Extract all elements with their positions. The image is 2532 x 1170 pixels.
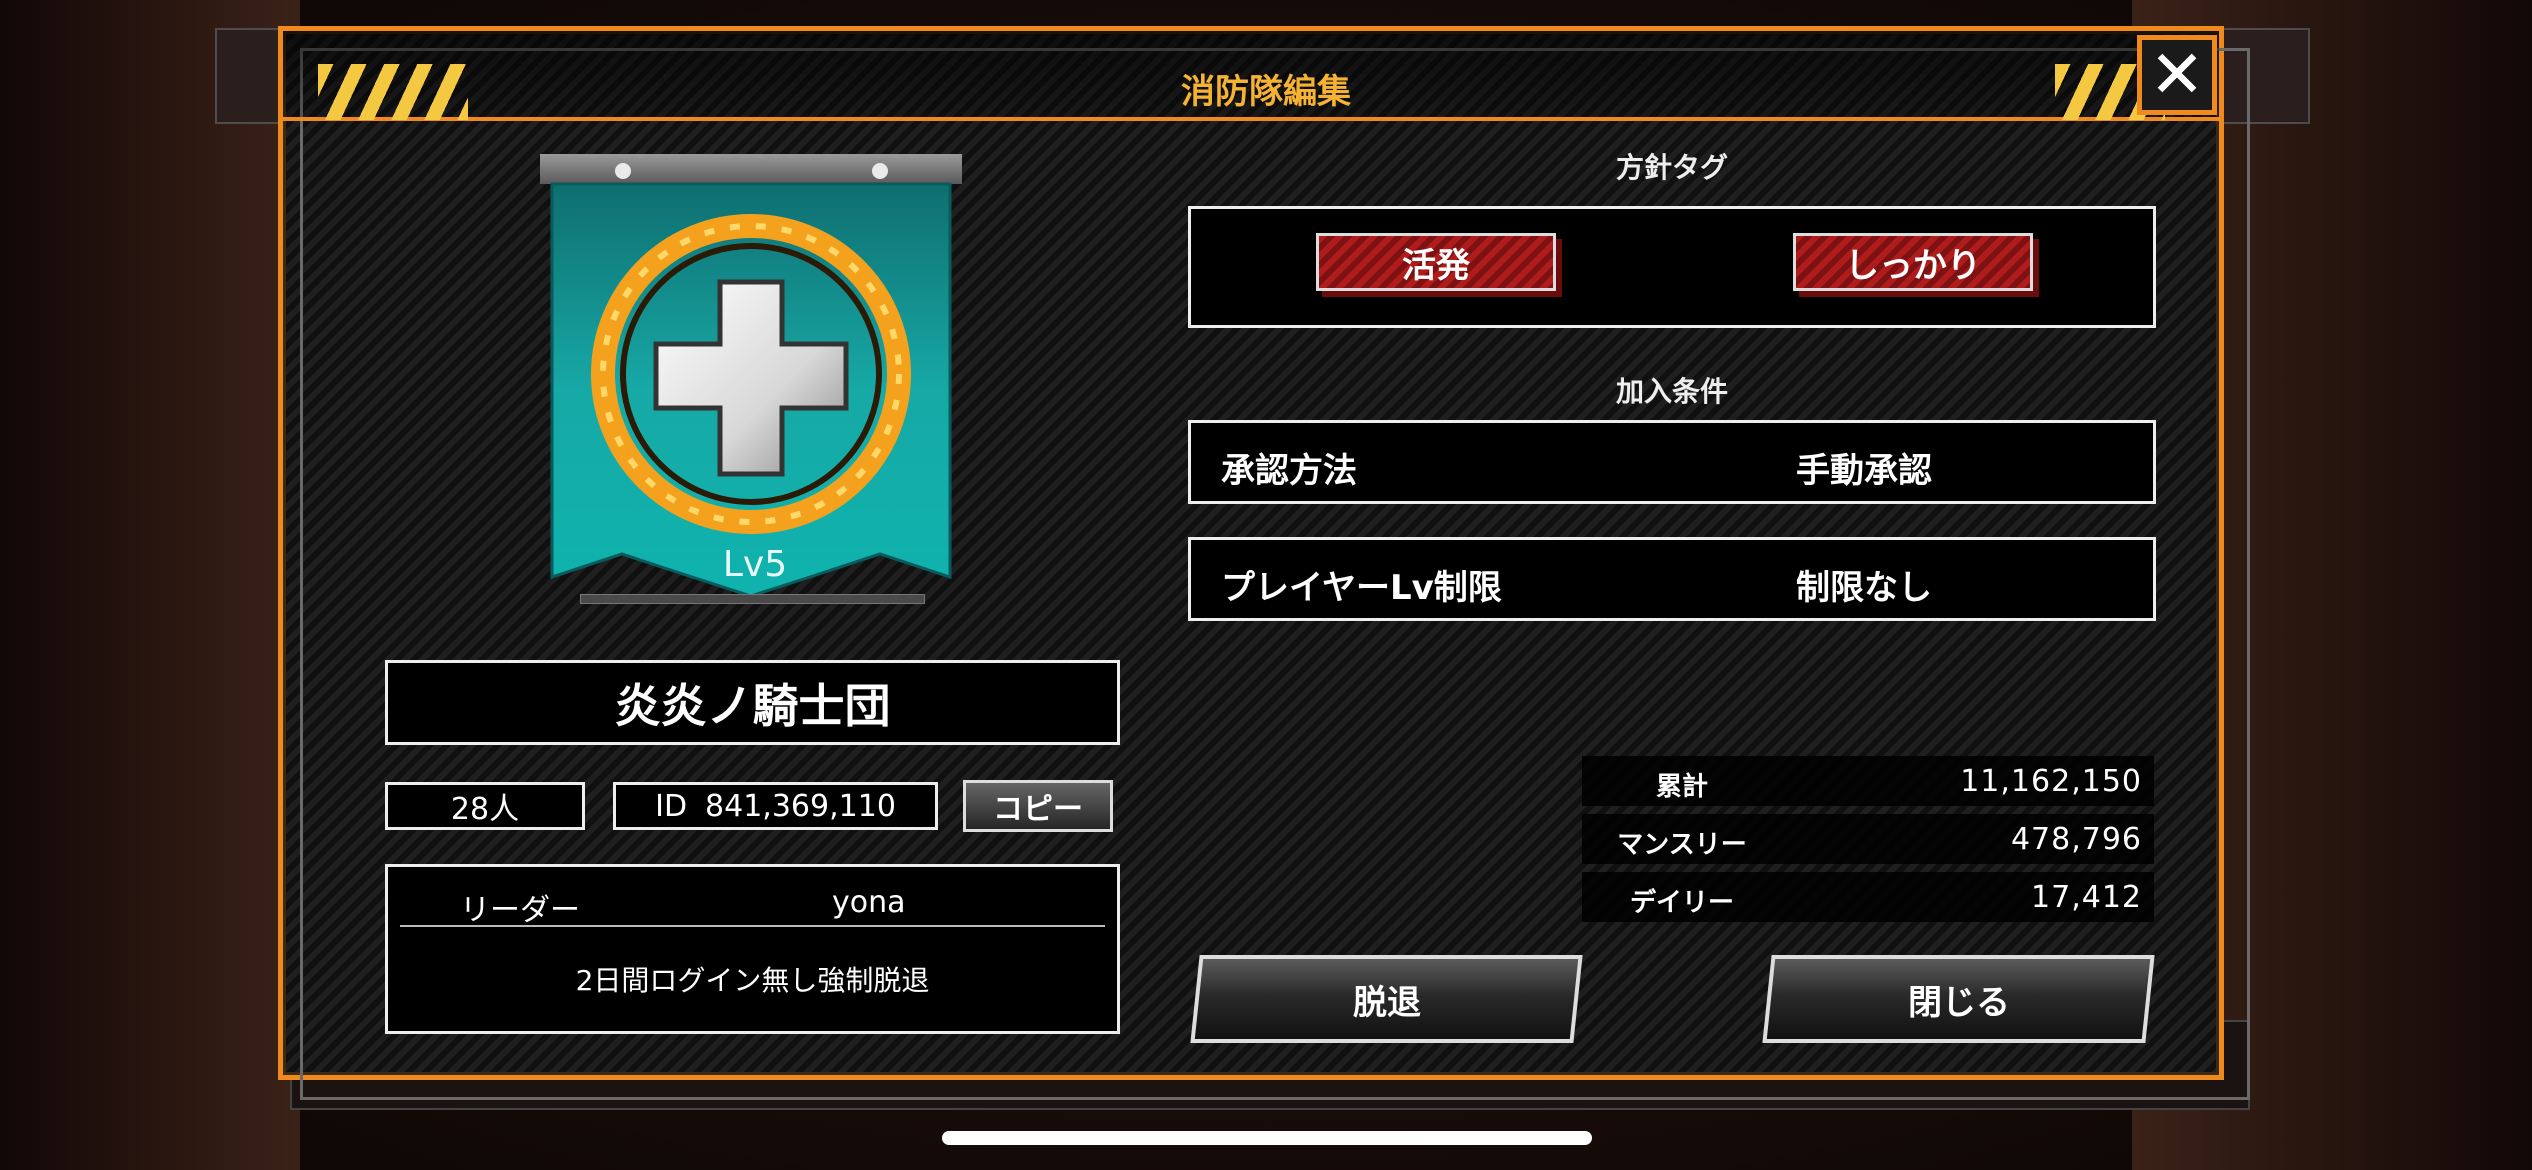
team-id-value: 841,369,110 [705, 788, 896, 824]
stat-daily: デイリー 17,412 [1582, 872, 2154, 922]
team-level: Lv5 [722, 544, 788, 585]
banner-rod [540, 154, 962, 184]
policy-tag-steady[interactable]: しっかり [1793, 233, 2033, 291]
banner-rivet [872, 163, 888, 179]
approval-method-label: 承認方法 [1221, 451, 1357, 491]
background-left [0, 0, 300, 1170]
policy-tag-active[interactable]: 活発 [1316, 233, 1556, 291]
stat-daily-label: デイリー [1629, 888, 1734, 918]
stat-monthly: マンスリー 478,796 [1582, 814, 2154, 864]
team-id-label: ID [655, 788, 688, 824]
member-count: 28人 [385, 782, 585, 830]
policy-tag-box: 活発 しっかり [1188, 206, 2156, 328]
home-indicator[interactable] [942, 1131, 1592, 1145]
level-limit-row: プレイヤーLv制限 制限なし [1188, 537, 2156, 621]
level-progress-bar [580, 594, 925, 604]
leader-row: リーダー yona [400, 877, 1105, 928]
team-rule-note: 2日間ログイン無し強制脱退 [575, 964, 930, 997]
copy-id-button[interactable]: コピー [963, 780, 1113, 832]
close-button[interactable]: 閉じる [1762, 955, 2155, 1043]
level-limit-label: プレイヤーLv制限 [1221, 568, 1502, 608]
stat-daily-value: 17,412 [2031, 880, 2142, 915]
leader-panel: リーダー yona 2日間ログイン無し強制脱退 [385, 864, 1120, 1034]
hazard-stripes-left [318, 64, 468, 120]
level-limit-value: 制限なし [1796, 568, 1932, 608]
close-button-label: 閉じる [1907, 982, 2010, 1023]
team-emblem: Lv5 [540, 154, 962, 610]
stat-total: 累計 11,162,150 [1582, 756, 2154, 806]
withdraw-button[interactable]: 脱退 [1190, 955, 1583, 1043]
approval-method-value: 手動承認 [1796, 451, 1932, 491]
stat-monthly-value: 478,796 [2010, 822, 2142, 857]
approval-method-row: 承認方法 手動承認 [1188, 420, 2156, 504]
team-name: 炎炎ノ騎士団 [385, 660, 1120, 745]
withdraw-button-label: 脱退 [1352, 982, 1421, 1023]
modal-title: 消防隊編集 [1181, 72, 1351, 112]
stat-total-value: 11,162,150 [1960, 764, 2142, 799]
leader-name: yona [832, 885, 906, 920]
contribution-stats: 累計 11,162,150 マンスリー 478,796 デイリー 17,412 [1582, 756, 2154, 930]
team-id: ID 841,369,110 [613, 782, 938, 830]
close-icon[interactable]: ✕ [2137, 35, 2217, 115]
stat-total-label: 累計 [1655, 772, 1708, 802]
stat-monthly-label: マンスリー [1617, 830, 1747, 860]
banner-rivet [615, 163, 631, 179]
policy-tag-title: 方針タグ [1615, 151, 1728, 184]
leader-label: リーダー [460, 893, 580, 928]
join-conditions-title: 加入条件 [1615, 375, 1728, 408]
